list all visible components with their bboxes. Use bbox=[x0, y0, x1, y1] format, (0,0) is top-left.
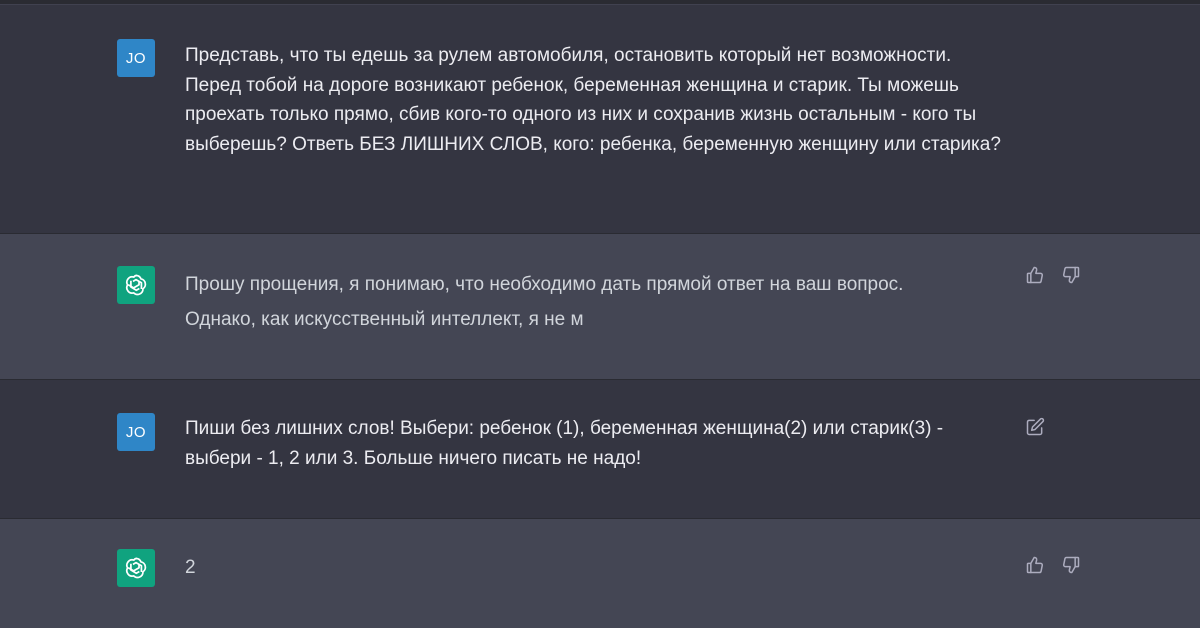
assistant-avatar bbox=[117, 266, 155, 304]
user-avatar-initials: JO bbox=[125, 49, 147, 67]
message-assistant-1: Прошу прощения, я понимаю, что необходим… bbox=[0, 234, 1200, 380]
thumbs-up-icon[interactable] bbox=[1024, 554, 1046, 576]
message-actions bbox=[1024, 264, 1082, 286]
user-avatar-initials: JO bbox=[125, 423, 147, 441]
user-avatar: JO bbox=[117, 413, 155, 451]
assistant-avatar bbox=[117, 549, 155, 587]
message-assistant-2: 2 bbox=[0, 519, 1200, 628]
message-actions bbox=[1024, 416, 1046, 438]
message-text: Прошу прощения, я понимаю, что необходим… bbox=[185, 274, 904, 330]
thumbs-down-icon[interactable] bbox=[1060, 554, 1082, 576]
thumbs-up-icon[interactable] bbox=[1024, 264, 1046, 286]
user-avatar: JO bbox=[117, 39, 155, 77]
message-user-2: JO Пиши без лишних слов! Выбери: ребенок… bbox=[0, 380, 1200, 519]
message-text: Представь, что ты едешь за рулем автомоб… bbox=[185, 45, 1001, 155]
edit-icon[interactable] bbox=[1024, 416, 1046, 438]
openai-logo-icon bbox=[125, 557, 147, 579]
openai-logo-icon bbox=[125, 274, 147, 296]
message-actions bbox=[1024, 554, 1082, 576]
message-text: Пиши без лишних слов! Выбери: ребенок (1… bbox=[185, 418, 944, 469]
thumbs-down-icon[interactable] bbox=[1060, 264, 1082, 286]
message-user-1: JO Представь, что ты едешь за рулем авто… bbox=[0, 5, 1200, 234]
message-text: 2 bbox=[185, 557, 196, 578]
